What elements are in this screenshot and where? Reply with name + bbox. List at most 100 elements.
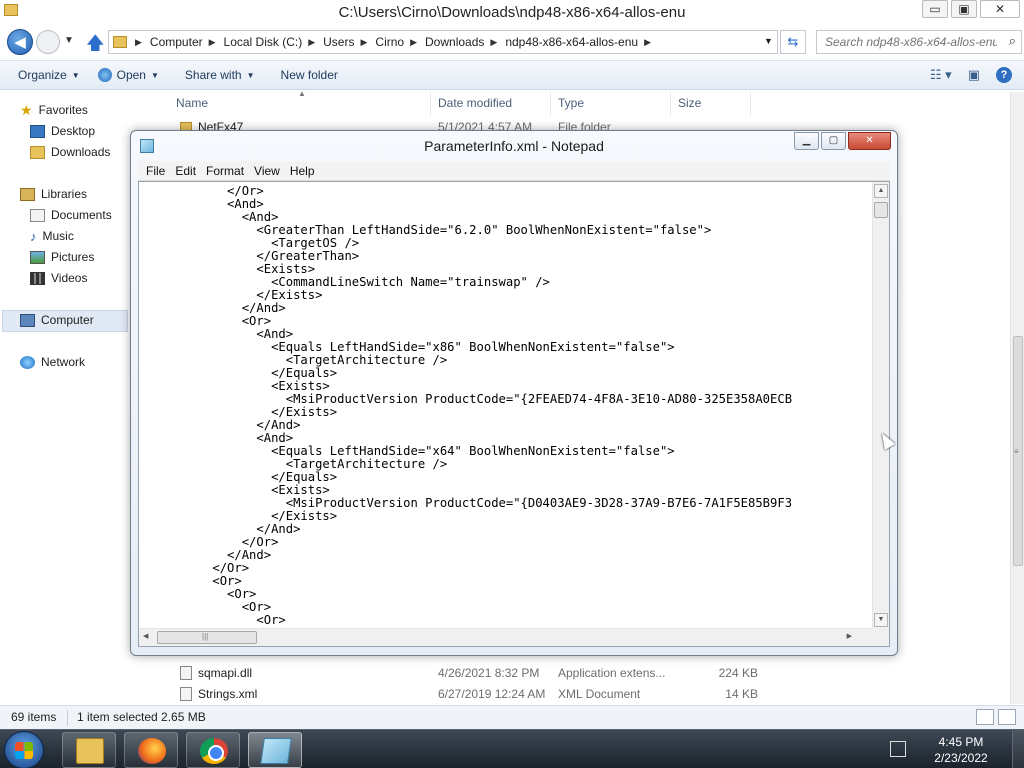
start-button[interactable]	[4, 731, 44, 768]
chevron-right-icon[interactable]: ▶	[209, 37, 216, 48]
open-button[interactable]: Open ▼	[97, 68, 159, 82]
scroll-left-button[interactable]: ◀	[143, 632, 148, 640]
forward-button[interactable]	[36, 30, 60, 54]
chrome-icon	[200, 738, 228, 764]
address-dropdown[interactable]: ▼	[764, 36, 773, 46]
column-divider[interactable]	[750, 92, 751, 116]
address-bar[interactable]: ▶ Computer ▶ Local Disk (C:) ▶ Users ▶ C…	[108, 30, 778, 54]
recent-pages-dropdown[interactable]: ▼	[64, 35, 74, 46]
chevron-right-icon[interactable]: ▶	[308, 37, 315, 48]
breadcrumb-cirno[interactable]: Cirno	[375, 35, 404, 49]
breadcrumb-ndp48[interactable]: ndp48-x86-x64-allos-enu	[505, 35, 638, 49]
scroll-right-button[interactable]: ▶	[847, 632, 852, 640]
column-divider[interactable]	[550, 92, 551, 116]
chevron-right-icon[interactable]: ▶	[410, 37, 417, 48]
notepad-vertical-scrollbar[interactable]: ▲ ▼	[872, 182, 889, 629]
scroll-down-button[interactable]: ▼	[874, 613, 888, 627]
taskbar-firefox-button[interactable]	[124, 732, 178, 768]
nav-downloads[interactable]: Downloads	[30, 145, 110, 159]
taskbar-chrome-button[interactable]	[186, 732, 240, 768]
chevron-right-icon[interactable]: ▶	[360, 37, 367, 48]
system-tray: 4:45 PM 2/23/2022	[884, 730, 1024, 768]
column-header-date[interactable]: Date modified	[438, 96, 512, 110]
close-button[interactable]: ✕	[980, 0, 1020, 18]
back-button[interactable]: ◀	[7, 29, 33, 55]
horizontal-scroll-thumb[interactable]: |||	[157, 631, 257, 644]
libraries-icon	[20, 187, 35, 201]
notepad-minimize-button[interactable]: ▁	[794, 132, 819, 150]
scroll-up-button[interactable]: ▲	[874, 184, 888, 198]
help-icon[interactable]: ?	[996, 67, 1012, 83]
text-line[interactable]: </Or>	[139, 562, 871, 575]
xml-file-icon	[180, 687, 192, 701]
share-with-button[interactable]: Share with ▼	[185, 68, 255, 82]
search-input[interactable]	[817, 31, 997, 53]
notepad-text-area[interactable]: </Or> <And> <And> <GreaterThan LeftHandS…	[139, 185, 871, 629]
nav-label: Libraries	[41, 187, 88, 201]
column-header-name[interactable]: Name	[176, 96, 208, 110]
view-toggles	[976, 709, 1016, 725]
organize-label: Organize	[18, 68, 67, 82]
address-row: ◀ ▼ 🡅 ▶ Computer ▶ Local Disk (C:) ▶ Use…	[0, 27, 1024, 57]
scrollbar-grip-icon: ≡	[1014, 447, 1019, 456]
vertical-scroll-thumb[interactable]	[874, 202, 888, 218]
menu-help[interactable]: Help	[290, 164, 315, 178]
chevron-right-icon[interactable]: ▶	[135, 37, 142, 48]
folder-icon	[113, 36, 127, 48]
column-divider[interactable]	[670, 92, 671, 116]
menu-file[interactable]: File	[146, 164, 165, 178]
show-desktop-button[interactable]	[1012, 730, 1024, 768]
nav-favorites[interactable]: ★ Favorites	[20, 103, 88, 118]
notepad-horizontal-scrollbar[interactable]: ◀ ||| ▶	[139, 628, 872, 646]
file-name: sqmapi.dll	[198, 666, 253, 680]
item-count: 69 items	[11, 710, 57, 724]
nav-videos[interactable]: Videos	[30, 271, 87, 285]
menu-format[interactable]: Format	[206, 164, 244, 178]
breadcrumb-users[interactable]: Users	[323, 35, 354, 49]
file-row[interactable]: Strings.xml 6/27/2019 12:24 AM XML Docum…	[176, 685, 1016, 705]
scroll-grip-icon: |||	[202, 632, 209, 641]
large-icons-view-icon[interactable]	[998, 709, 1016, 725]
chevron-right-icon[interactable]: ▶	[644, 37, 651, 48]
nav-network[interactable]: Network	[20, 355, 85, 369]
change-view-icon[interactable]: ☷ ▾	[930, 67, 952, 83]
organize-button[interactable]: Organize ▼	[18, 68, 80, 82]
chevron-right-icon[interactable]: ▶	[490, 37, 497, 48]
notepad-close-button[interactable]: ✕	[848, 132, 891, 150]
search-icon[interactable]: ⌕	[1009, 33, 1016, 49]
menu-edit[interactable]: Edit	[175, 164, 196, 178]
action-center-flag-icon[interactable]	[890, 741, 906, 757]
breadcrumb-local-disk[interactable]: Local Disk (C:)	[224, 35, 303, 49]
column-divider[interactable]	[430, 92, 431, 116]
nav-music[interactable]: ♪ Music	[30, 229, 74, 243]
file-list-scrollbar[interactable]: ≡	[1010, 92, 1024, 704]
up-arrow-icon[interactable]: 🡅	[86, 31, 105, 61]
nav-label: Favorites	[38, 103, 88, 117]
details-view-icon[interactable]	[976, 709, 994, 725]
preview-pane-icon[interactable]: ▣	[968, 67, 980, 83]
taskbar-explorer-button[interactable]	[62, 732, 116, 768]
taskbar-notepad-button[interactable]	[248, 732, 302, 768]
file-row[interactable]: sqmapi.dll 4/26/2021 8:32 PM Application…	[176, 664, 1016, 684]
minimize-button[interactable]: ▭	[922, 0, 948, 18]
column-header-type[interactable]: Type	[558, 96, 584, 110]
back-arrow-icon: ◀	[14, 34, 26, 51]
breadcrumb-downloads[interactable]: Downloads	[425, 35, 484, 49]
clock[interactable]: 4:45 PM 2/23/2022	[916, 734, 1006, 766]
text-line[interactable]: <Or>	[139, 614, 871, 627]
new-folder-button[interactable]: New folder	[281, 68, 338, 82]
column-header-size[interactable]: Size	[678, 96, 701, 110]
refresh-button[interactable]: ⇆	[780, 30, 806, 54]
nav-documents[interactable]: Documents	[30, 208, 112, 222]
breadcrumb-computer[interactable]: Computer	[150, 35, 203, 49]
maximize-button[interactable]: ▣	[951, 0, 977, 18]
notepad-editor[interactable]: </Or> <And> <And> <GreaterThan LeftHandS…	[138, 181, 890, 647]
view-controls: ☷ ▾ ▣ ?	[930, 67, 1012, 83]
notepad-title-bar[interactable]: ParameterInfo.xml - Notepad ▁ ▢ ✕	[131, 131, 897, 161]
notepad-maximize-button[interactable]: ▢	[821, 132, 846, 150]
nav-desktop[interactable]: Desktop	[30, 124, 95, 138]
nav-pictures[interactable]: Pictures	[30, 250, 94, 264]
nav-libraries[interactable]: Libraries	[20, 187, 87, 201]
menu-view[interactable]: View	[254, 164, 280, 178]
nav-computer[interactable]: Computer	[20, 313, 94, 327]
